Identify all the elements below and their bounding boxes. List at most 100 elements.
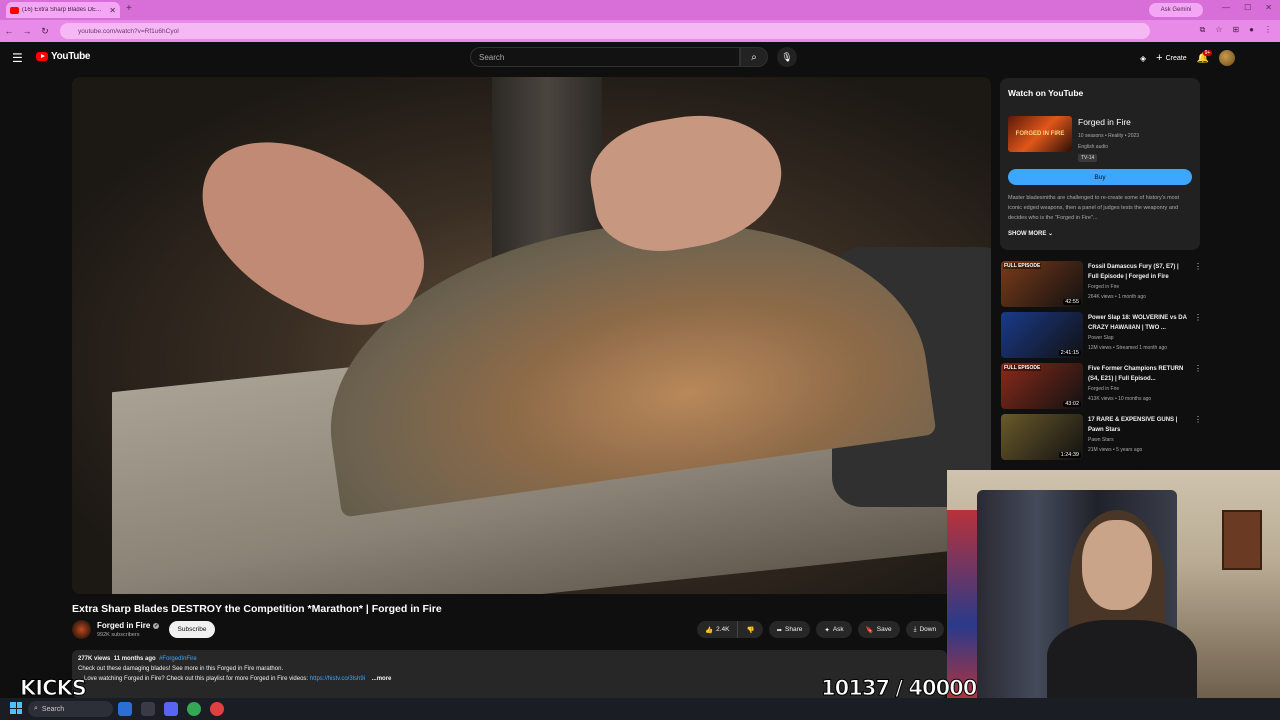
browser-tab[interactable]: (16) Extra Sharp Blades DE... ✕: [6, 2, 120, 18]
webcam-face: [1082, 520, 1152, 610]
show-more-button[interactable]: SHOW MORE ⌄: [1008, 230, 1053, 237]
browser-menu-icon[interactable]: ⋮: [1264, 25, 1272, 35]
recommendation-title[interactable]: Fossil Damascus Fury (S7, E7) | Full Epi…: [1088, 262, 1190, 282]
recommendation-channel[interactable]: Pawn Stars: [1088, 437, 1114, 443]
search-button[interactable]: ⌕: [740, 47, 768, 67]
windows-start-icon[interactable]: [10, 702, 22, 714]
recommendation-thumbnail[interactable]: 2:41:15: [1001, 312, 1083, 358]
tab-title: (16) Extra Sharp Blades DE...: [22, 7, 102, 13]
recommendation-title[interactable]: Five Former Champions RETURN (S4, E21) |…: [1088, 364, 1190, 384]
close-tab-icon[interactable]: ✕: [109, 6, 116, 15]
description-line-1: Check out these damaging blades! See mor…: [78, 666, 284, 672]
channel-name[interactable]: Forged in Fire ✓: [97, 621, 160, 630]
ask-button[interactable]: ✦ Ask: [816, 621, 852, 638]
save-button[interactable]: 🔖 Save: [857, 621, 900, 638]
recommendation-item[interactable]: FULL EPISODE 43:02 Five Former Champions R…: [1000, 360, 1202, 411]
recommendation-thumbnail[interactable]: FULL EPISODE 43:02: [1001, 363, 1083, 409]
browser-tab-bar: (16) Extra Sharp Blades DE... ✕ + Ask Ge…: [0, 0, 1280, 20]
hashtag-link[interactable]: #ForgedInFire: [159, 656, 197, 662]
create-button[interactable]: + Create: [1156, 52, 1186, 64]
back-icon[interactable]: ←: [0, 26, 18, 36]
youtube-logo[interactable]: YouTube: [36, 51, 91, 62]
close-window-icon[interactable]: ✕: [1265, 3, 1272, 12]
recommendation-item[interactable]: 2:41:15 Power Slap 18: WOLVERINE vs DA CR…: [1000, 309, 1202, 360]
notifications-button[interactable]: 🔔 9+: [1197, 49, 1213, 64]
show-thumbnail[interactable]: FORGED IN FIRE: [1008, 116, 1072, 152]
account-avatar[interactable]: [1219, 50, 1236, 66]
youtube-header: ☰ YouTube Search ⌕ 🎙 ◈ + Create 🔔 9+: [0, 42, 1280, 74]
minimize-icon[interactable]: —: [1222, 3, 1230, 12]
playlist-link[interactable]: https://histv.co/3lsh9i: [310, 676, 365, 682]
recommendation-channel[interactable]: Forged in Fire: [1088, 284, 1119, 290]
more-options-icon[interactable]: ⋮: [1194, 415, 1202, 424]
microphone-icon: 🎙: [781, 51, 793, 62]
watch-on-youtube-card: Watch on YouTube FORGED IN FIRE Forged i…: [1000, 78, 1200, 250]
window-controls: — ☐ ✕: [1222, 3, 1272, 12]
channel-name-text: Forged in Fire: [97, 621, 151, 630]
discord-icon[interactable]: [164, 702, 178, 716]
webcam-body: [1047, 620, 1197, 703]
extensions-icon[interactable]: ⊞: [1232, 25, 1239, 35]
bookmark-star-icon[interactable]: ☆: [1215, 25, 1222, 35]
forward-icon[interactable]: →: [18, 26, 36, 36]
subscriber-count: 992K subscribers: [97, 632, 140, 638]
like-button[interactable]: 👍 2.4K: [697, 621, 738, 638]
watch-card-heading: Watch on YouTube: [1008, 88, 1084, 98]
hamburger-menu-icon[interactable]: ☰: [12, 51, 23, 65]
chrome-icon[interactable]: [187, 702, 201, 716]
description-box[interactable]: 277K views 11 months ago #ForgedInFire C…: [72, 650, 947, 698]
cast-icon[interactable]: ◈: [1140, 54, 1146, 63]
recommendation-title[interactable]: Power Slap 18: WOLVERINE vs DA CRAZY HAW…: [1088, 313, 1190, 333]
dislike-button[interactable]: 👎: [737, 621, 763, 638]
obs-icon[interactable]: [210, 702, 224, 716]
taskbar-search[interactable]: ⌕ Search: [28, 701, 113, 717]
taskbar-search-label: Search: [41, 705, 65, 713]
search-input[interactable]: Search: [470, 47, 740, 67]
profile-icon[interactable]: ●: [1249, 25, 1254, 35]
recommendation-channel[interactable]: Forged in Fire: [1088, 386, 1119, 392]
webcam-picture-frame: [1222, 510, 1262, 570]
description-line-2: Love watching Forged in Fire? Check out …: [78, 674, 941, 684]
upload-age: 11 months ago: [113, 656, 156, 662]
browser-actions: ⧉ ☆ ⊞ ● ⋮: [1200, 25, 1272, 35]
recommendation-channel[interactable]: Power Slap: [1088, 335, 1114, 341]
create-label: Create: [1165, 54, 1187, 62]
reload-icon[interactable]: ↻: [36, 26, 54, 37]
voice-search-button[interactable]: 🎙: [777, 47, 797, 67]
file-explorer-icon[interactable]: [141, 702, 155, 716]
maximize-icon[interactable]: ☐: [1244, 3, 1251, 12]
youtube-logo-text: YouTube: [51, 51, 91, 62]
buy-button[interactable]: Buy: [1008, 169, 1192, 185]
show-more-link[interactable]: ...more: [372, 676, 392, 682]
recommendation-item[interactable]: 1:24:39 17 RARE & EXPENSIVE GUNS | Pawn S…: [1000, 411, 1202, 462]
duration-badge: 1:24:39: [1058, 452, 1081, 458]
full-episode-label: FULL EPISODE: [1003, 263, 1042, 269]
share-button[interactable]: ➦ Share: [768, 621, 811, 638]
recommendation-title[interactable]: 17 RARE & EXPENSIVE GUNS | Pawn Stars: [1088, 415, 1190, 435]
address-bar[interactable]: youtube.com/watch?v=Rf1u6hCyoI: [60, 23, 1150, 39]
install-icon[interactable]: ⧉: [1200, 25, 1206, 35]
new-tab-icon[interactable]: +: [126, 3, 132, 14]
show-title[interactable]: Forged in Fire: [1078, 117, 1131, 127]
channel-avatar[interactable]: [72, 620, 91, 639]
share-icon: ➦: [776, 626, 783, 634]
ask-gemini-button[interactable]: Ask Gemini: [1149, 3, 1203, 17]
show-thumbnail-text: FORGED IN FIRE: [1015, 131, 1065, 137]
sparkle-icon: ✦: [824, 626, 830, 634]
subscribe-button[interactable]: Subscribe: [169, 621, 215, 638]
more-options-icon[interactable]: ⋮: [1194, 262, 1202, 271]
recommendation-thumbnail[interactable]: 1:24:39: [1001, 414, 1083, 460]
thumbs-down-icon: 👎: [746, 626, 755, 634]
header-actions: ◈ + Create 🔔 9+: [1140, 49, 1236, 66]
show-more-label: SHOW MORE: [1008, 231, 1047, 237]
download-button[interactable]: ⤓ Down: [905, 621, 945, 638]
download-label: Down: [919, 626, 937, 633]
taskbar-app-icon[interactable]: [118, 702, 132, 716]
recommendation-thumbnail[interactable]: FULL EPISODE 42:55: [1001, 261, 1083, 307]
more-options-icon[interactable]: ⋮: [1194, 364, 1202, 373]
more-options-icon[interactable]: ⋮: [1194, 313, 1202, 322]
recommendation-item[interactable]: FULL EPISODE 42:55 Fossil Damascus Fury (S…: [1000, 258, 1202, 309]
video-player[interactable]: [72, 77, 991, 594]
show-rating-badge: TV-14: [1078, 154, 1098, 162]
video-title: Extra Sharp Blades DESTROY the Competiti…: [72, 603, 442, 615]
